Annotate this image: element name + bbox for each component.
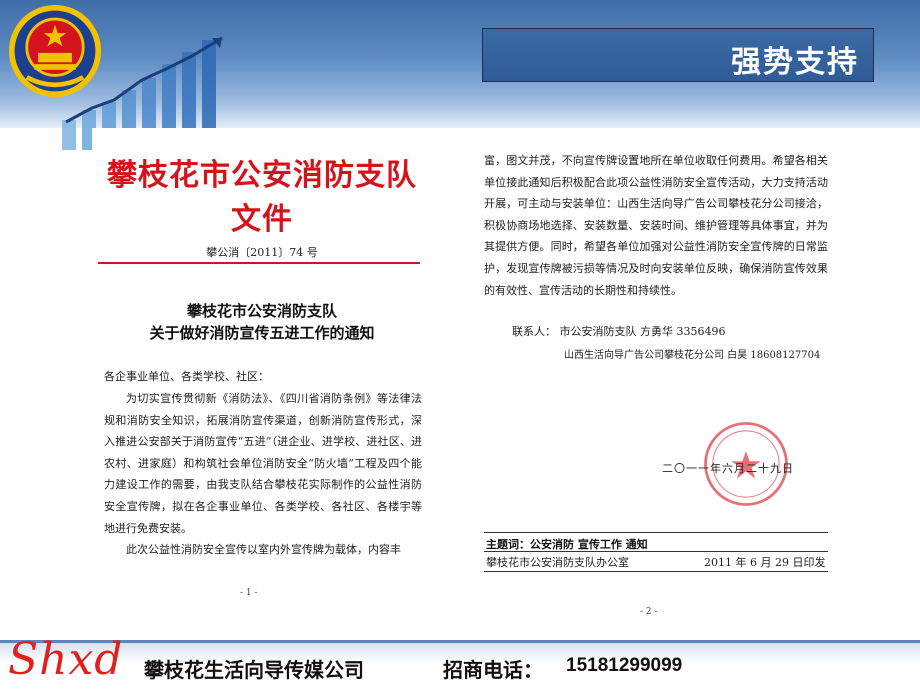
red-divider: [98, 262, 420, 264]
notice-title-line2: 关于做好消防宣传五进工作的通知: [149, 324, 375, 342]
contact-line-2: 山西生活向导广告公司攀枝花分公司 白昊 18608127704: [564, 350, 821, 361]
page1-paragraph-2: 此次公益性消防安全宣传以室内外宣传牌为载体，内容丰: [126, 543, 401, 557]
document-header-title: 攀枝花市公安消防支队文件: [107, 158, 417, 237]
rule-top: [484, 532, 828, 533]
document-number: 攀公消〔2011〕74 号: [206, 246, 318, 259]
footer-brand-logo: Shxd: [8, 634, 124, 685]
footer-company-name: 攀枝花生活向导传媒公司: [144, 658, 364, 682]
slide-title-box: 强势支持: [482, 28, 874, 82]
page-number-2: - 2 -: [640, 607, 658, 617]
footer-phone-number: 15181299099: [566, 655, 683, 676]
issuing-office: 攀枝花市公安消防支队办公室: [486, 556, 629, 569]
slide-title: 强势支持: [731, 45, 859, 80]
subject-keywords: 主题词：公安消防 宣传工作 通知: [486, 538, 648, 551]
page1-paragraph-1: 为切实宣传贯彻新《消防法》、《四川省消防条例》等法律法规和消防安全知识，拓展消防…: [104, 392, 422, 535]
notice-title-line1: 攀枝花市公安消防支队: [186, 302, 337, 320]
footer-phone-label: 招商电话：: [443, 658, 543, 682]
rule-middle: [484, 551, 828, 552]
page1-body: 为切实宣传贯彻新《消防法》、《四川省消防条例》等法律法规和消防安全知识，拓展消防…: [104, 388, 422, 561]
issue-date: 2011 年 6 月 29 日印发: [704, 556, 826, 569]
page2-paragraph: 富，图文并茂，不向宣传牌设置地所在单位收取任何费用。希望各相关单位接此通知后积极…: [484, 154, 828, 297]
salutation: 各企事业单位、各类学校、社区：: [104, 370, 269, 383]
page2-body: 富，图文并茂，不向宣传牌设置地所在单位收取任何费用。希望各相关单位接此通知后积极…: [484, 150, 828, 301]
notice-title: 攀枝花市公安消防支队 关于做好消防宣传五进工作的通知: [92, 300, 432, 344]
document-date: 二〇一一年六月二十九日: [662, 462, 794, 475]
page-number-1: - 1 -: [240, 588, 258, 598]
rule-bottom: [484, 571, 828, 572]
contact-line-1: 联系人： 市公安消防支队 方勇华 3356496: [512, 325, 726, 338]
